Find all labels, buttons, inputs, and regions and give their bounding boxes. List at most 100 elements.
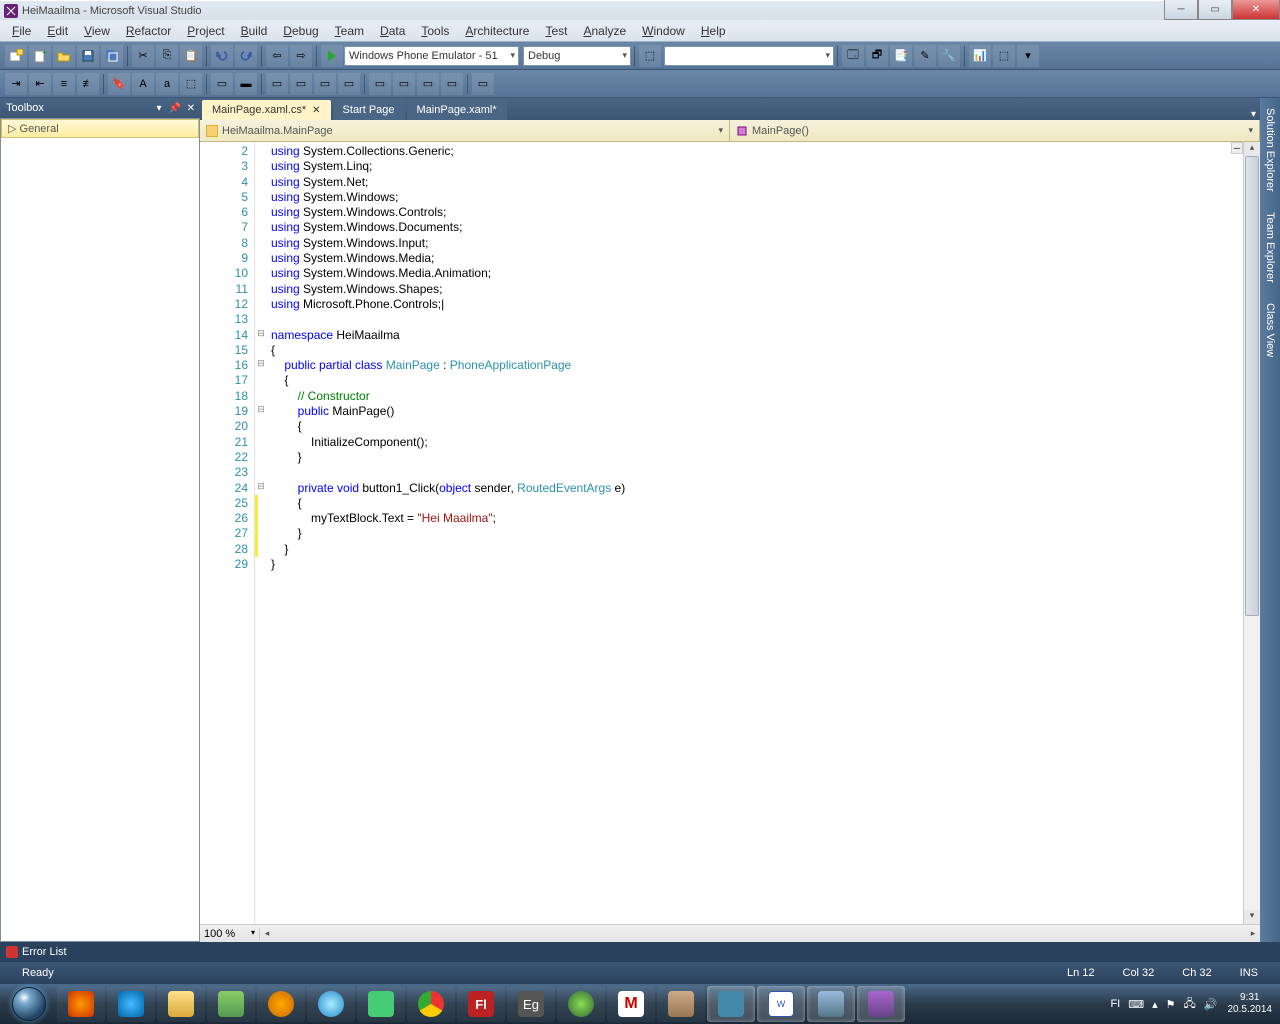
paste-button[interactable]: 📋 — [180, 45, 202, 67]
menu-edit[interactable]: Edit — [39, 22, 76, 40]
tab-mainpage-xaml-[interactable]: MainPage.xaml* — [407, 100, 507, 120]
toolbox-pin-icon[interactable]: 📌 — [168, 103, 182, 114]
menu-project[interactable]: Project — [179, 22, 232, 40]
toolbox-dropdown-icon[interactable]: ▾ — [152, 103, 166, 114]
text-btn-13[interactable]: ▭ — [441, 73, 463, 95]
text-btn-2[interactable]: a — [156, 73, 178, 95]
tray-volume-icon[interactable]: 🔊 — [1204, 998, 1218, 1011]
uncomment-button[interactable]: ≢ — [77, 73, 99, 95]
member-selector[interactable]: MainPage() — [730, 120, 1260, 141]
taskbar-firefox[interactable] — [57, 986, 105, 1022]
vertical-scrollbar[interactable]: ▴ ▾ — [1243, 142, 1260, 924]
save-all-button[interactable] — [101, 45, 123, 67]
scroll-thumb[interactable] — [1245, 156, 1259, 616]
add-item-button[interactable]: + — [29, 45, 51, 67]
tray-lang[interactable]: FI — [1110, 998, 1120, 1010]
maximize-button[interactable]: ▭ — [1198, 0, 1232, 20]
tray-up-icon[interactable]: ▴ — [1152, 998, 1158, 1011]
taskbar-explorer[interactable] — [157, 986, 205, 1022]
side-tab-team-explorer[interactable]: Team Explorer — [1262, 208, 1278, 287]
menu-window[interactable]: Window — [634, 22, 693, 40]
text-btn-12[interactable]: ▭ — [417, 73, 439, 95]
taskbar-visualstudio[interactable] — [857, 986, 905, 1022]
taskbar-chrome[interactable] — [407, 986, 455, 1022]
taskbar-mcafee[interactable]: M — [607, 986, 655, 1022]
system-tray[interactable]: FI ⌨ ▴ ⚑ 🖧 🔊 9:3120.5.2014 — [1106, 992, 1278, 1016]
error-list-tab[interactable]: Error List — [0, 942, 1280, 962]
tray-flag-icon[interactable]: ⚑ — [1166, 998, 1176, 1011]
text-btn-6[interactable]: ▭ — [266, 73, 288, 95]
config-combo[interactable]: Debug — [523, 46, 631, 66]
text-btn-8[interactable]: ▭ — [314, 73, 336, 95]
scroll-up-icon[interactable]: ▴ — [1244, 142, 1260, 156]
text-btn-3[interactable]: ⬚ — [180, 73, 202, 95]
menu-analyze[interactable]: Analyze — [575, 22, 634, 40]
open-button[interactable] — [53, 45, 75, 67]
menu-refactor[interactable]: Refactor — [118, 22, 179, 40]
cut-button[interactable]: ✂ — [132, 45, 154, 67]
menu-data[interactable]: Data — [372, 22, 413, 40]
toolbar-icon-7[interactable]: ⬚ — [993, 45, 1015, 67]
toolbox-close-icon[interactable]: ✕ — [184, 103, 198, 114]
menu-team[interactable]: Team — [327, 22, 372, 40]
text-btn-4[interactable]: ▭ — [211, 73, 233, 95]
taskbar-mediaplayer[interactable] — [257, 986, 305, 1022]
side-tab-solution-explorer[interactable]: Solution Explorer — [1262, 104, 1278, 196]
text-btn-7[interactable]: ▭ — [290, 73, 312, 95]
menu-file[interactable]: File — [4, 22, 39, 40]
start-button[interactable] — [2, 985, 56, 1023]
taskbar-notepadpp[interactable] — [207, 986, 255, 1022]
toolbar-icon-4[interactable]: ✎ — [914, 45, 936, 67]
toolbar-icon-8[interactable]: ▾ — [1017, 45, 1039, 67]
taskbar-app2[interactable] — [557, 986, 605, 1022]
tabs-overflow-icon[interactable]: ▾ — [1251, 109, 1256, 120]
close-button[interactable]: ✕ — [1232, 0, 1280, 20]
code-editor[interactable]: 2345678910111213141516171819202122232425… — [200, 142, 1260, 924]
comment-button[interactable]: ≡ — [53, 73, 75, 95]
menu-build[interactable]: Build — [233, 22, 276, 40]
menu-tools[interactable]: Tools — [413, 22, 457, 40]
taskbar-edge[interactable]: Eg — [507, 986, 555, 1022]
text-btn-14[interactable]: ▭ — [472, 73, 494, 95]
taskbar-word[interactable]: W — [757, 986, 805, 1022]
text-btn-9[interactable]: ▭ — [338, 73, 360, 95]
scroll-down-icon[interactable]: ▾ — [1244, 910, 1260, 924]
tray-keyboard-icon[interactable]: ⌨ — [1128, 998, 1144, 1011]
side-tab-class-view[interactable]: Class View — [1262, 299, 1278, 361]
toolbar-icon-3[interactable]: 📑 — [890, 45, 912, 67]
outdent-button[interactable]: ⇤ — [29, 73, 51, 95]
tray-clock[interactable]: 9:3120.5.2014 — [1228, 992, 1273, 1016]
undo-button[interactable] — [211, 45, 233, 67]
nav-fwd-button[interactable]: ⇨ — [290, 45, 312, 67]
menu-test[interactable]: Test — [537, 22, 575, 40]
tab-start-page[interactable]: Start Page — [333, 100, 405, 120]
tab-mainpage-xaml-cs-[interactable]: MainPage.xaml.cs*✕ — [202, 100, 331, 120]
text-btn-5[interactable]: ▬ — [235, 73, 257, 95]
menu-view[interactable]: View — [76, 22, 118, 40]
redo-button[interactable] — [235, 45, 257, 67]
copy-button[interactable]: ⎘ — [156, 45, 178, 67]
taskbar-itunes[interactable] — [307, 986, 355, 1022]
text-btn-10[interactable]: ▭ — [369, 73, 391, 95]
nav-back-button[interactable]: ⇦ — [266, 45, 288, 67]
platform-combo[interactable]: Windows Phone Emulator - 51 — [344, 46, 519, 66]
save-button[interactable] — [77, 45, 99, 67]
hscroll-right-icon[interactable]: ▸ — [1246, 928, 1260, 939]
new-project-button[interactable] — [5, 45, 27, 67]
toolbox-category-general[interactable]: ▷ General — [1, 119, 199, 138]
toolbar-btn-a[interactable]: ⬚ — [639, 45, 661, 67]
menu-help[interactable]: Help — [693, 22, 734, 40]
taskbar-app4[interactable] — [707, 986, 755, 1022]
bookmark-button[interactable]: 🔖 — [108, 73, 130, 95]
toolbar-icon-6[interactable]: 📊 — [969, 45, 991, 67]
taskbar-app5[interactable] — [807, 986, 855, 1022]
taskbar-flash[interactable]: Fl — [457, 986, 505, 1022]
start-debug-button[interactable] — [321, 45, 343, 67]
toolbar-icon-2[interactable]: 🗗 — [866, 45, 888, 67]
taskbar-app3[interactable] — [657, 986, 705, 1022]
text-btn-1[interactable]: A — [132, 73, 154, 95]
class-selector[interactable]: HeiMaailma.MainPage — [200, 120, 730, 141]
tab-close-icon[interactable]: ✕ — [312, 105, 320, 116]
taskbar-ie[interactable] — [107, 986, 155, 1022]
hscroll-left-icon[interactable]: ◂ — [260, 928, 274, 939]
